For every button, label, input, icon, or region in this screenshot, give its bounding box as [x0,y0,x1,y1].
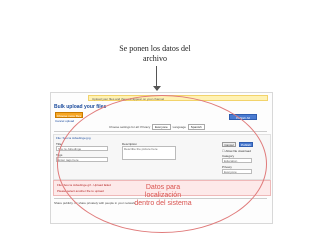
annotation-line-1: Datos para localización [144,184,182,199]
arrow-line [156,66,157,88]
annotation-line-2: dentro del sistema [134,200,192,207]
choose-files-button[interactable]: Choose more files [55,112,83,118]
cancel-upload-link[interactable]: Cancel upload [55,119,74,123]
arrow-down-icon [153,86,161,91]
caption-line-2: archivo [143,54,167,63]
caption-line-1: Se ponen los datos del [119,44,191,53]
highlight-ellipse [57,95,267,233]
annotation-text: Datos para localización dentro del siste… [128,184,198,208]
caption: Se ponen los datos del archivo [100,44,210,64]
